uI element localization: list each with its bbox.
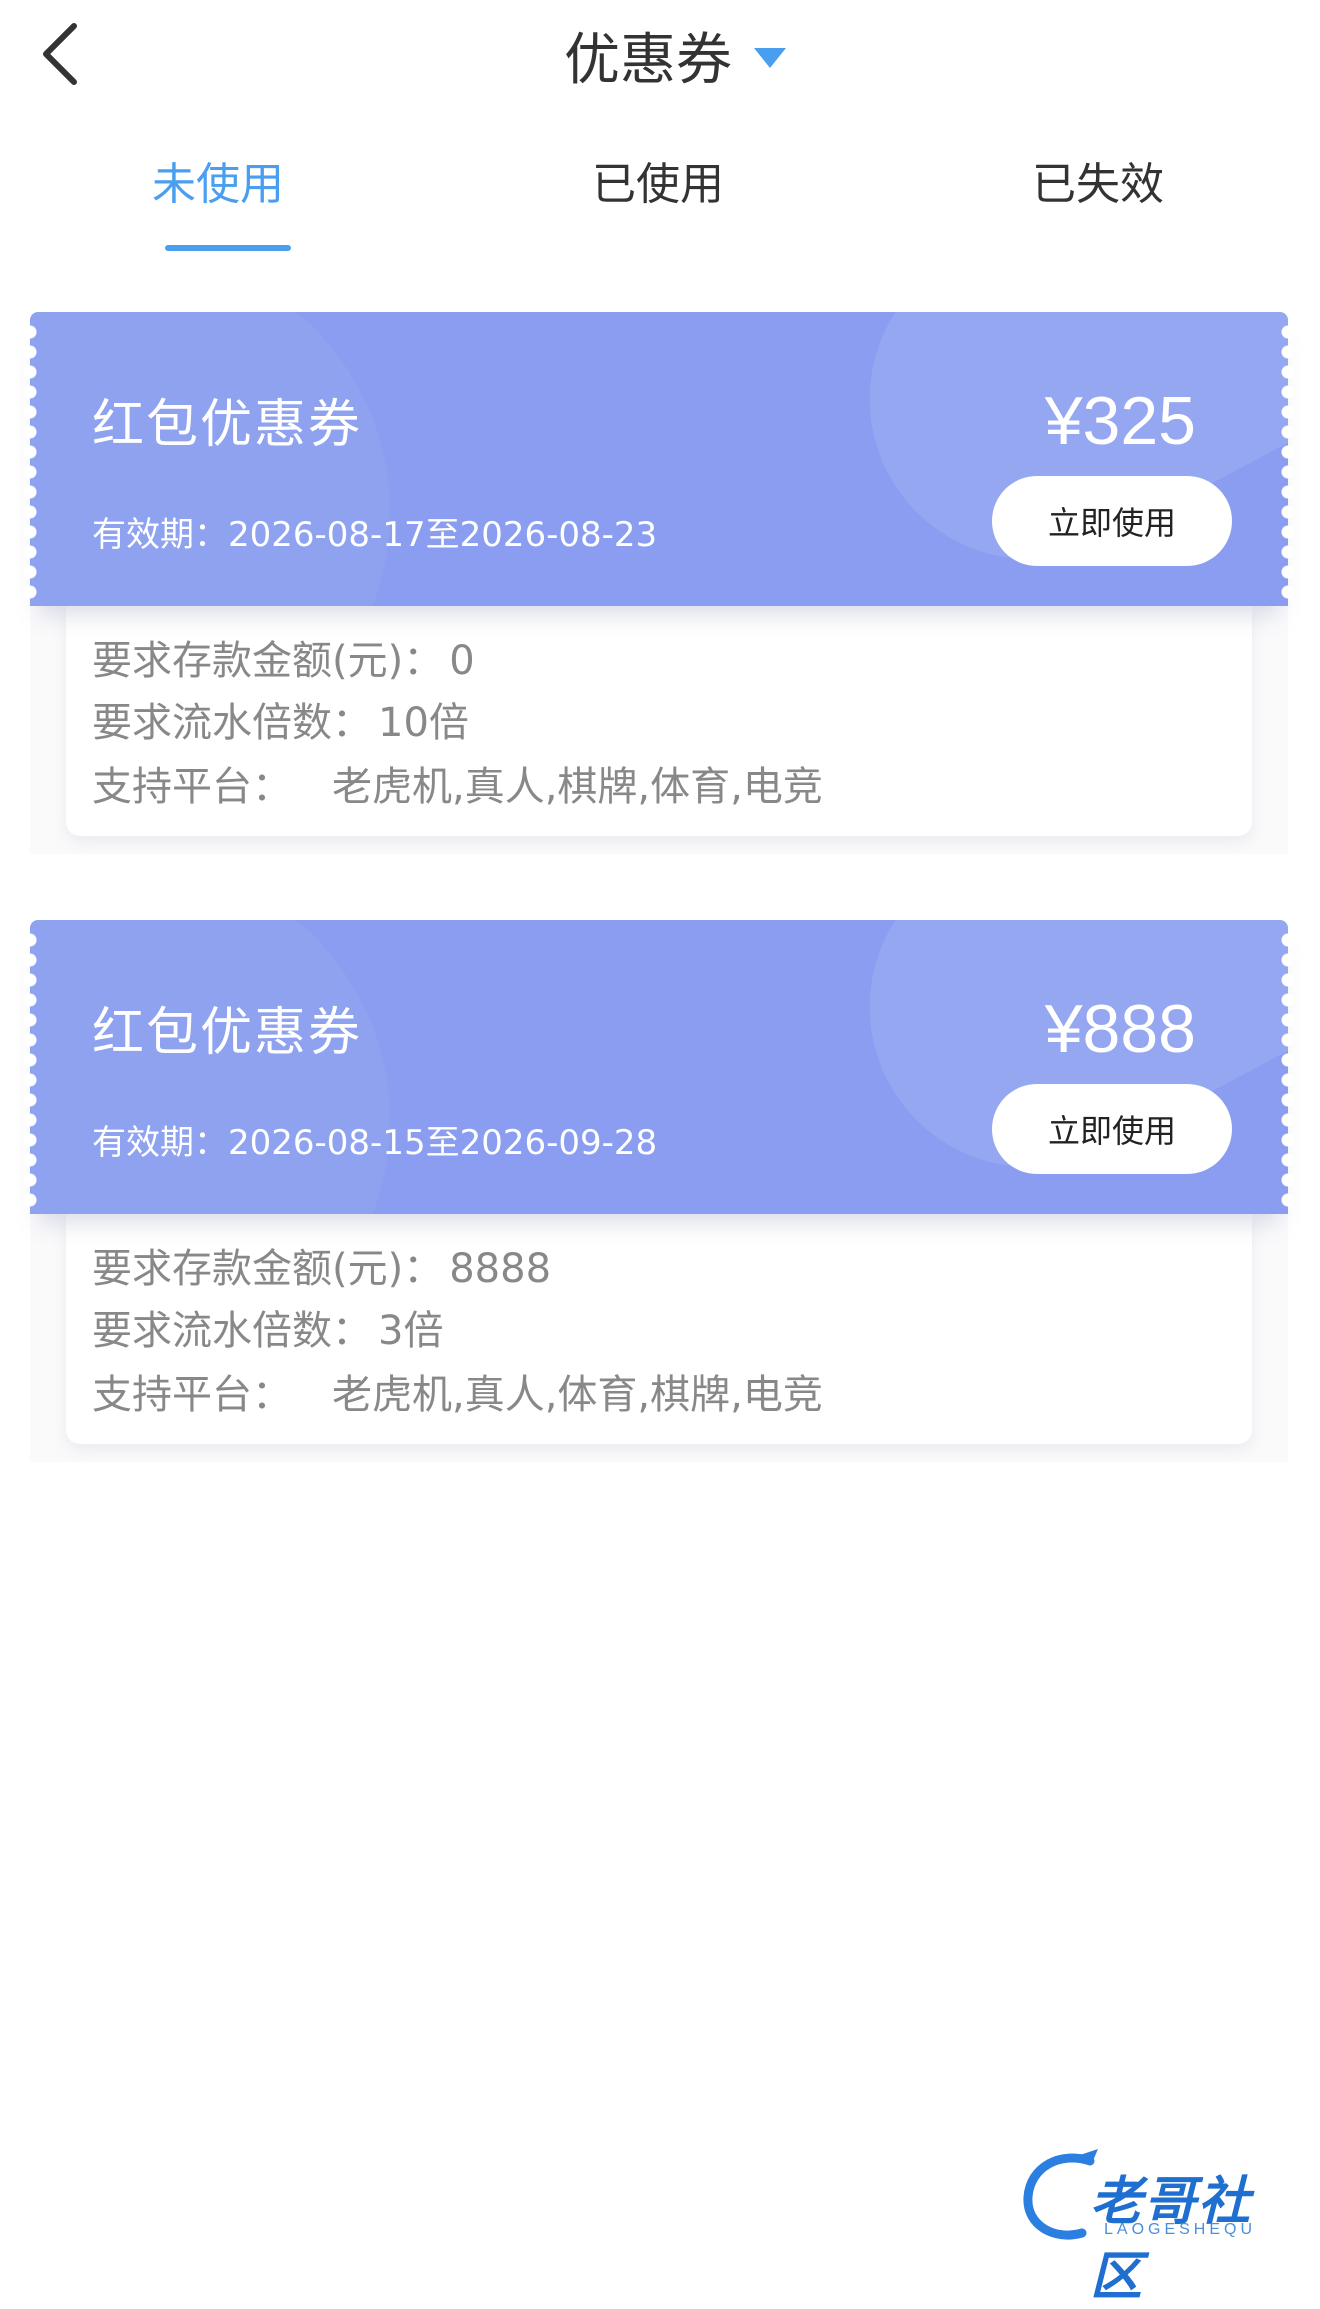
tab-active-indicator	[165, 245, 291, 251]
coupon-validity: 有效期：2026-08-17至2026-08-23	[92, 507, 657, 556]
deposit-value: 8888	[449, 1246, 551, 1292]
platform-value: 老虎机,真人,棋牌,体育,电竞	[332, 764, 823, 810]
turnover-value: 3倍	[378, 1308, 443, 1354]
ticket-edge-right	[1281, 930, 1295, 1210]
caret-down-icon	[754, 48, 786, 68]
coupon-requirements: 要求存款金额(元)：0 要求流水倍数：10倍 支持平台： 老虎机,真人,棋牌,体育…	[66, 606, 1252, 836]
platform-value: 老虎机,真人,体育,棋牌,电竞	[332, 1372, 823, 1418]
card-decoration	[30, 312, 390, 606]
deposit-requirement: 要求存款金额(元)：8888	[92, 1236, 551, 1294]
card-decoration	[30, 920, 390, 1214]
ticket-edge-left	[23, 930, 37, 1210]
title-dropdown[interactable]: 优惠券	[0, 0, 1320, 110]
ticket-edge-right	[1281, 322, 1295, 602]
turnover-requirement: 要求流水倍数：3倍	[92, 1298, 443, 1356]
turnover-value: 10倍	[378, 700, 469, 746]
tab-used[interactable]: 已使用	[538, 130, 778, 255]
coupon-card: 要求存款金额(元)：8888 要求流水倍数：3倍 支持平台： 老虎机,真人,体育,…	[30, 920, 1288, 1462]
top-bar: 优惠券	[0, 0, 1320, 110]
coupon-tabs: 未使用 已使用 已失效	[0, 130, 1320, 255]
coupon-header: 红包优惠券 有效期：2026-08-15至2026-09-28 ¥888 立即使…	[30, 920, 1288, 1214]
use-now-button[interactable]: 立即使用	[992, 1084, 1232, 1174]
coupon-card: 要求存款金额(元)：0 要求流水倍数：10倍 支持平台： 老虎机,真人,棋牌,体育…	[30, 312, 1288, 854]
coupon-validity: 有效期：2026-08-15至2026-09-28	[92, 1115, 657, 1164]
supported-platforms: 支持平台： 老虎机,真人,棋牌,体育,电竞	[92, 754, 823, 812]
ticket-edge-left	[23, 322, 37, 602]
page-title: 优惠券	[564, 15, 732, 96]
coupon-header: 红包优惠券 有效期：2026-08-17至2026-08-23 ¥325 立即使…	[30, 312, 1288, 606]
watermark-logo: 老哥社区 LAOGESHEQU	[1020, 2143, 1300, 2253]
deposit-label: 要求存款金额(元)：	[92, 638, 443, 684]
coupon-requirements: 要求存款金额(元)：8888 要求流水倍数：3倍 支持平台： 老虎机,真人,体育,…	[66, 1214, 1252, 1444]
turnover-label: 要求流水倍数：	[92, 1308, 372, 1354]
coupon-name: 红包优惠券	[92, 990, 362, 1065]
watermark-subtext: LAOGESHEQU	[1104, 2221, 1256, 2239]
coupon-name: 红包优惠券	[92, 382, 362, 457]
coupon-amount: ¥325	[1045, 382, 1196, 460]
tab-label: 已使用	[592, 130, 724, 255]
platform-label: 支持平台：	[92, 764, 292, 810]
use-now-button[interactable]: 立即使用	[992, 476, 1232, 566]
deposit-label: 要求存款金额(元)：	[92, 1246, 443, 1292]
turnover-requirement: 要求流水倍数：10倍	[92, 690, 469, 748]
supported-platforms: 支持平台： 老虎机,真人,体育,棋牌,电竞	[92, 1362, 823, 1420]
tab-unused[interactable]: 未使用	[98, 130, 338, 255]
turnover-label: 要求流水倍数：	[92, 700, 372, 746]
tab-expired[interactable]: 已失效	[978, 130, 1218, 255]
tab-label: 未使用	[152, 130, 284, 255]
deposit-requirement: 要求存款金额(元)：0	[92, 628, 475, 686]
platform-label: 支持平台：	[92, 1372, 292, 1418]
deposit-value: 0	[449, 638, 474, 684]
tab-label: 已失效	[1032, 130, 1164, 255]
coupon-amount: ¥888	[1045, 990, 1196, 1068]
